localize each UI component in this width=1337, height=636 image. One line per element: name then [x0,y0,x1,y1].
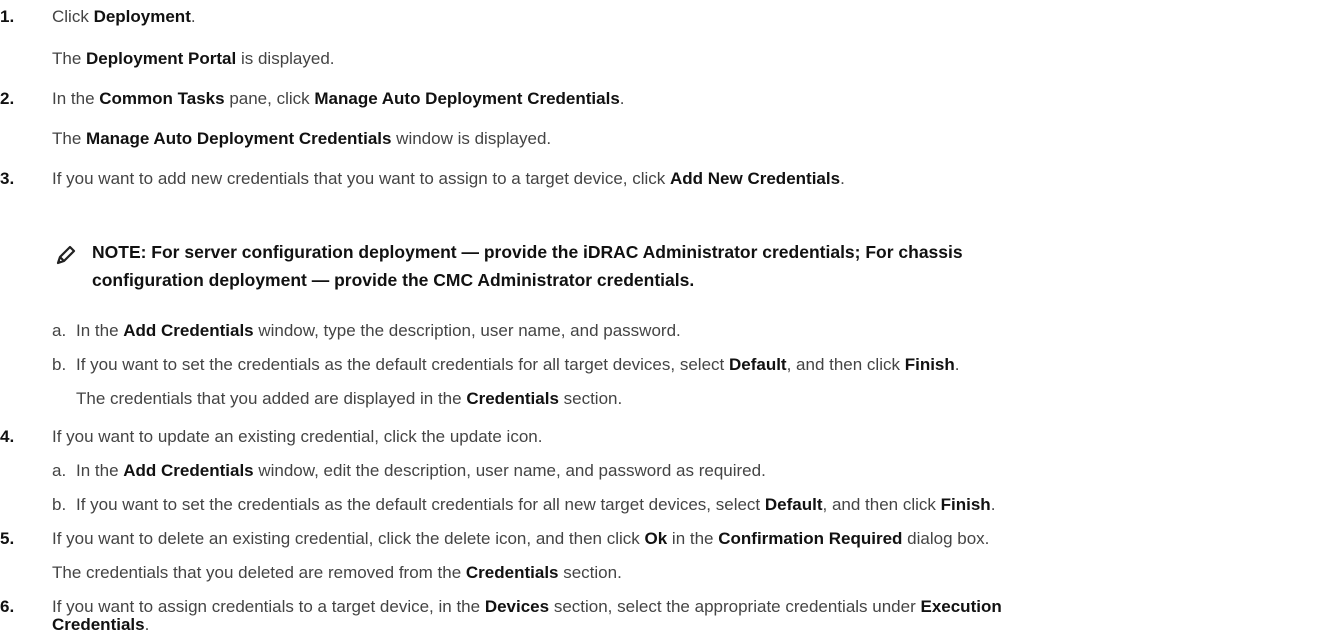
step-4b-text: If you want to set the credentials as th… [76,494,995,516]
text-run: is displayed. [236,49,335,68]
step-6-text: If you want to assign credentials to a t… [52,596,1002,618]
text-run: The [52,49,87,68]
substep-letter: a. [52,321,67,340]
text-run: section. [558,389,623,408]
step-5-result: The credentials that you deleted are rem… [52,562,622,584]
text-run: If you want to delete an existing creden… [52,529,645,548]
ui-term: Credentials [52,615,145,634]
text-run: The credentials that you deleted are rem… [52,563,466,582]
ui-term: Devices [484,597,550,616]
step-6-continuation: Credentials. [52,614,149,636]
step-4a-text: In the Add Credentials window, edit the … [76,460,766,482]
step-2-result: The Manage Auto Deployment Credentials w… [52,128,551,150]
step-5-text: If you want to delete an existing creden… [52,528,989,550]
ui-term: Add Credentials [123,461,254,480]
ui-term: Execution [920,597,1002,616]
ui-term: Common Tasks [99,89,225,108]
step-2-text: In the Common Tasks pane, click Manage A… [52,88,625,110]
text-run: window, type the description, user name,… [253,321,681,340]
text-run: window is displayed. [391,129,552,148]
text-run: . [840,169,845,188]
step-number: 4. [0,427,15,446]
step-number: 3. [0,169,15,188]
ui-term: Manage Auto Deployment Credentials [314,89,620,108]
step-number: 6. [0,597,15,616]
note-pencil-icon [55,244,77,266]
ui-term: Default [728,355,787,374]
text-run: If you want to set the credentials as th… [76,495,765,514]
substep-letter: a. [52,461,67,480]
step-3b-text: If you want to set the credentials as th… [76,354,960,376]
ui-term: Finish [940,495,991,514]
step-3-text: If you want to add new credentials that … [52,168,845,190]
ui-term: Deployment Portal [86,49,237,68]
step-3a-text: In the Add Credentials window, type the … [76,320,681,342]
ui-term: Add New Credentials [670,169,841,188]
ui-term: Add Credentials [123,321,254,340]
ui-term: Confirmation Required [718,529,903,548]
note-line-1: NOTE: For server configuration deploymen… [92,242,963,262]
text-run: Click [52,7,94,26]
ui-term: Manage Auto Deployment Credentials [86,129,392,148]
text-run: section, select the appropriate credenti… [549,597,921,616]
ui-term: Default [764,495,823,514]
step-number: 1. [0,7,15,26]
ui-term: Finish [904,355,955,374]
text-run: in the [667,529,719,548]
step-3b-result: The credentials that you added are displ… [76,388,622,410]
text-run: If you want to update an existing creden… [52,427,543,446]
text-run: , and then click [786,355,905,374]
text-run: , and then click [822,495,941,514]
text-run: In the [52,89,100,108]
text-run: . [190,7,196,26]
text-run: window, edit the description, user name,… [253,461,766,480]
text-run: If you want to set the credentials as th… [76,355,729,374]
step-4-text: If you want to update an existing creden… [52,426,542,448]
step-1-result: The Deployment Portal is displayed. [52,48,335,70]
step-number: 2. [0,89,15,108]
text-run: section. [558,563,622,582]
text-run: In the [76,461,124,480]
text-run: pane, click [224,89,315,108]
text-run: The credentials that you added are displ… [76,389,467,408]
text-run: dialog box. [902,529,990,548]
note-line-2: configuration deployment — provide the C… [92,270,695,290]
step-1-text: Click Deployment. [52,6,196,28]
text-run: . [954,355,960,374]
ui-term: Credentials [465,563,559,582]
text-run: The [52,129,87,148]
text-run: . [990,495,996,514]
step-number: 5. [0,529,15,548]
text-run: In the [76,321,124,340]
ui-term: Credentials [466,389,559,408]
ui-term: Deployment [93,7,191,26]
text-run: . [619,89,625,108]
text-run: If you want to add new credentials that … [52,169,671,188]
ui-term: Ok [644,529,668,548]
text-run: . [144,615,150,634]
substep-letter: b. [52,495,67,514]
substep-letter: b. [52,355,67,374]
